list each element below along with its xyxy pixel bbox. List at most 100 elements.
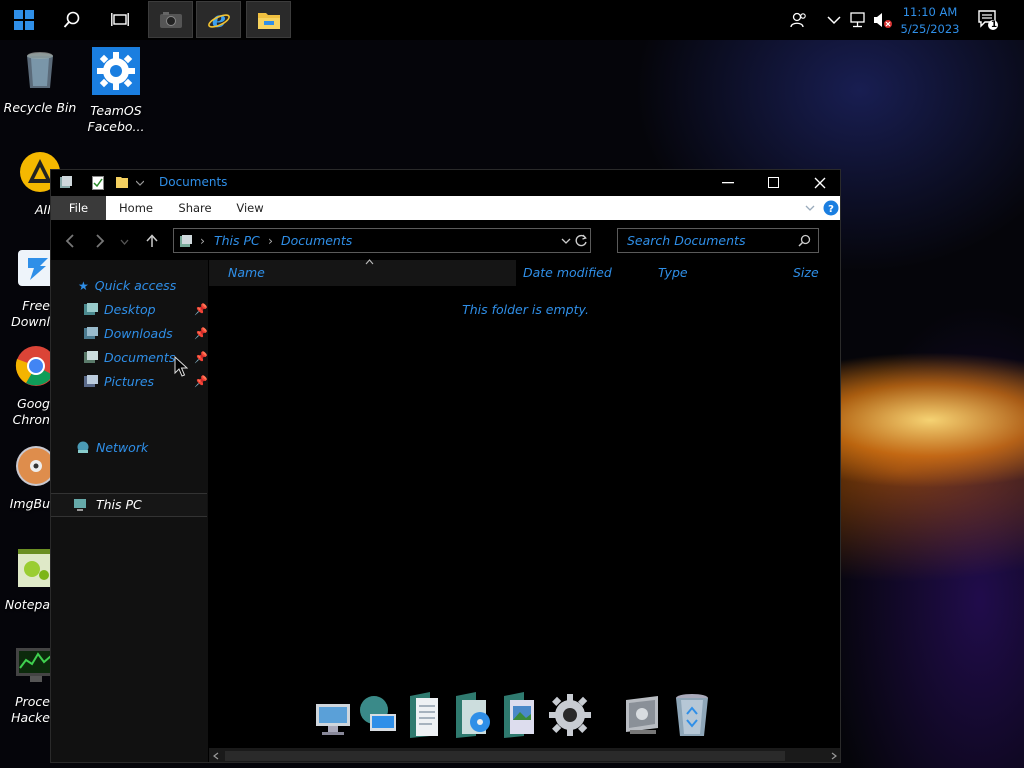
- tab-home[interactable]: Home: [111, 196, 161, 220]
- mouse-cursor-icon: [174, 356, 188, 377]
- volume-muted-icon: [874, 13, 892, 28]
- address-dropdown-icon[interactable]: [561, 238, 571, 245]
- nav-item-network[interactable]: Network: [76, 440, 148, 455]
- recent-locations-icon[interactable]: [120, 239, 129, 245]
- people-icon: [790, 12, 806, 28]
- gear-icon: [92, 47, 140, 95]
- forward-icon[interactable]: [95, 234, 105, 248]
- quick-access-toolbar-dropdown-icon[interactable]: [136, 180, 144, 186]
- tab-file[interactable]: File: [51, 196, 106, 220]
- task-view-button[interactable]: [104, 0, 136, 40]
- pin-icon: 📌: [194, 327, 208, 340]
- desktop-icon-free-download-manager[interactable]: Free Downl: [0, 246, 58, 330]
- properties-icon[interactable]: [92, 176, 104, 190]
- new-folder-icon[interactable]: [115, 175, 129, 189]
- expand-ribbon-icon[interactable]: [805, 205, 815, 212]
- network-icon: [850, 12, 865, 28]
- pictures-folder-icon[interactable]: [500, 690, 544, 740]
- search-input[interactable]: Search Documents: [627, 233, 745, 248]
- column-header-size[interactable]: Size: [793, 260, 819, 286]
- pin-icon: 📌: [194, 375, 208, 388]
- settings-gear-icon[interactable]: [548, 690, 592, 740]
- taskbar-app-internet-explorer[interactable]: e: [196, 1, 241, 38]
- computer-icon[interactable]: [312, 690, 356, 740]
- close-button[interactable]: [797, 170, 840, 196]
- control-panel-icon[interactable]: [620, 690, 664, 740]
- desktop-folder-icon: [84, 303, 98, 315]
- search-icon: [63, 11, 80, 28]
- up-arrow-icon[interactable]: [146, 234, 158, 248]
- nav-item-this-pc[interactable]: This PC: [51, 493, 207, 517]
- nav-label: Network: [96, 440, 149, 455]
- nav-item-downloads[interactable]: Downloads: [84, 326, 173, 341]
- network-button[interactable]: [848, 0, 870, 40]
- pin-icon: 📌: [194, 303, 208, 316]
- tab-share[interactable]: Share: [170, 196, 220, 220]
- show-hidden-icons-button[interactable]: [824, 0, 844, 40]
- desktop-icon-process-hacker[interactable]: Proce Hacke: [0, 642, 56, 726]
- svg-text:?: ?: [828, 204, 834, 215]
- recycle-bin-icon: [27, 52, 53, 88]
- desktop-icon-teamos[interactable]: TeamOS Facebo...: [76, 47, 156, 135]
- documents-folder-icon: [84, 351, 98, 363]
- scroll-left-icon[interactable]: [213, 752, 219, 760]
- documents-icon[interactable]: [404, 690, 448, 740]
- maximize-button[interactable]: [751, 170, 797, 196]
- desktop-icon-label: Goog Chron: [12, 396, 50, 427]
- tab-view[interactable]: View: [225, 196, 275, 220]
- breadcrumb-this-pc[interactable]: This PC: [214, 233, 260, 248]
- ribbon-tabs: File Home Share View ?: [51, 196, 840, 220]
- documents-folder-icon: [60, 176, 72, 188]
- minimize-button[interactable]: [705, 170, 751, 196]
- column-header-date-modified[interactable]: Date modified: [523, 260, 612, 286]
- desktop-icon-google-chrome[interactable]: Goog Chron: [0, 344, 56, 428]
- column-header-name[interactable]: Name: [228, 260, 265, 286]
- desktop-icon-label: ImgBu: [9, 496, 50, 511]
- scroll-right-icon[interactable]: [831, 752, 837, 760]
- navigation-bar: › This PC › Documents Search Documents: [51, 220, 840, 260]
- nav-quick-access[interactable]: ★ Quick access: [78, 278, 176, 293]
- scrollbar-thumb[interactable]: [225, 751, 785, 761]
- clock-date: 5/25/2023: [900, 22, 960, 36]
- explorer-window: Documents File Home Share View ? › This …: [50, 169, 841, 763]
- nav-label: Documents: [104, 350, 176, 365]
- desktop-icon-label: Notepa: [4, 597, 50, 612]
- start-button[interactable]: [8, 0, 40, 40]
- taskbar: e 11:10 AM 5/25/2023 1: [0, 0, 1024, 40]
- breadcrumb-documents[interactable]: Documents: [281, 233, 352, 248]
- recycle-bin-icon[interactable]: [670, 690, 714, 740]
- action-center-button[interactable]: 1: [976, 0, 1000, 40]
- breadcrumb-separator: ›: [268, 233, 273, 248]
- title-bar[interactable]: Documents: [51, 170, 840, 196]
- desktop-icon-label: Recycle Bin: [3, 100, 77, 115]
- desktop-icon-imgburn[interactable]: ImgBu: [0, 444, 56, 512]
- network-globe-icon[interactable]: [356, 690, 400, 740]
- taskbar-app-file-explorer[interactable]: [246, 1, 291, 38]
- address-bar[interactable]: › This PC › Documents: [173, 228, 591, 253]
- desktop-icon-notepad[interactable]: Notepa: [0, 545, 52, 613]
- file-explorer-icon: [257, 12, 280, 29]
- navigation-pane: ★ Quick access Desktop Downloads Documen…: [51, 260, 208, 762]
- people-button[interactable]: [786, 0, 812, 40]
- pictures-folder-icon: [84, 375, 98, 387]
- media-folder-icon[interactable]: [452, 690, 496, 740]
- folder-location-icon: [180, 235, 192, 247]
- search-button[interactable]: [56, 0, 88, 40]
- search-box[interactable]: Search Documents: [617, 228, 819, 253]
- desktop-icon-label: Proce Hacke: [11, 694, 50, 725]
- horizontal-scrollbar[interactable]: [209, 748, 840, 762]
- clock[interactable]: 11:10 AM 5/25/2023: [896, 4, 964, 38]
- nav-item-documents[interactable]: Documents: [84, 350, 175, 365]
- clock-time: 11:10 AM: [902, 5, 958, 19]
- help-icon[interactable]: ?: [823, 200, 839, 216]
- column-header-type[interactable]: Type: [658, 260, 688, 286]
- back-icon[interactable]: [65, 234, 75, 248]
- nav-item-desktop[interactable]: Desktop: [84, 302, 156, 317]
- taskbar-app-camera[interactable]: [148, 1, 193, 38]
- nav-item-pictures[interactable]: Pictures: [84, 374, 154, 389]
- notification-badge: 1: [990, 20, 998, 30]
- downloads-folder-icon: [84, 327, 98, 339]
- desktop-icon-recycle-bin[interactable]: Recycle Bin: [0, 48, 80, 116]
- volume-button[interactable]: [872, 0, 894, 40]
- refresh-icon[interactable]: [575, 234, 588, 247]
